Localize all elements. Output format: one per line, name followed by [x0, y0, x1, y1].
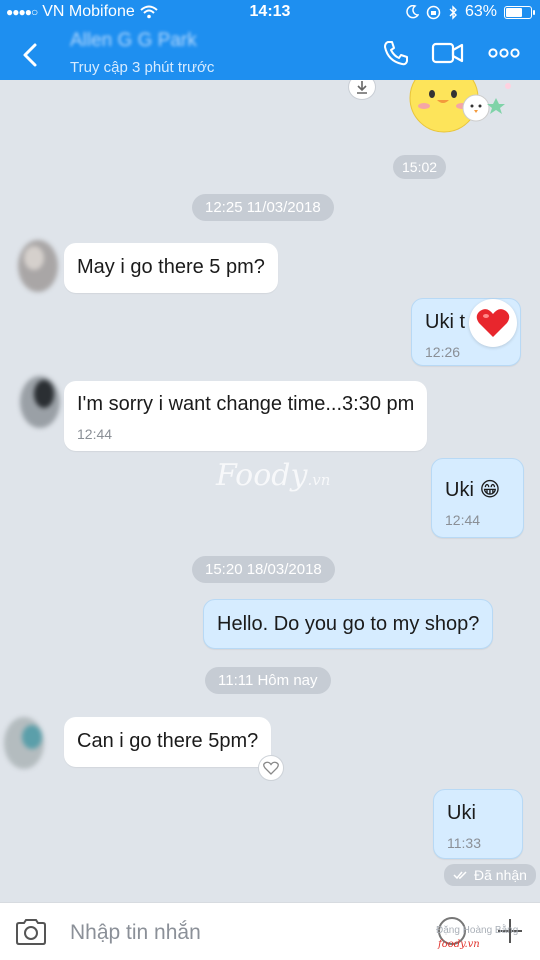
date-divider: 15:20 18/03/2018 [192, 556, 335, 583]
double-check-icon [453, 871, 467, 880]
outgoing-message[interactable]: Hello. Do you go to my shop? [203, 599, 494, 649]
phone-icon [384, 41, 408, 66]
battery-fill [506, 7, 523, 17]
message-time: 12:44 [77, 426, 113, 442]
phone-call-button[interactable] [378, 38, 414, 68]
contact-name[interactable]: Allen G G Park [70, 30, 197, 52]
foody-logo: foody.vn [438, 939, 480, 950]
heart-icon [476, 309, 510, 337]
message-content: Uki 😁 [445, 477, 510, 502]
chick-sticker[interactable] [404, 80, 516, 140]
message-text: Uki [447, 802, 476, 824]
message-text: May i go there 5 pm? [77, 256, 265, 278]
incoming-message[interactable]: Can i go there 5pm? [64, 717, 272, 767]
message-time: 11:33 [447, 835, 481, 851]
download-button[interactable] [348, 80, 376, 100]
incoming-message[interactable]: I'm sorry i want change time...3:30 pm 1… [64, 381, 428, 451]
message-text: I'm sorry i want change time...3:30 pm [77, 393, 415, 415]
delivery-status: Đã nhận [444, 864, 536, 886]
camera-icon[interactable] [14, 917, 48, 947]
message-text: Uki [445, 479, 474, 501]
heart-outline-icon [263, 761, 279, 775]
message-time: 12:44 [445, 512, 481, 528]
battery-percent: 63% [464, 3, 497, 20]
grin-emoji-icon: 😁 [479, 479, 501, 501]
battery-icon [504, 5, 535, 19]
bluetooth-icon [449, 4, 457, 20]
status-bar: ●●●●○ VN Mobifone 14:13 63% [0, 0, 540, 24]
moon-icon [406, 5, 419, 19]
outgoing-message[interactable]: Uki 11:33 [433, 789, 523, 859]
chat-messages[interactable]: 15:02 12:25 11/03/2018 May i go there 5 … [0, 80, 540, 902]
foody-watermark: Foody.vn [216, 458, 331, 493]
delivery-status-label: Đã nhận [474, 867, 527, 883]
heart-reaction[interactable] [469, 299, 517, 347]
message-text: Hello. Do you go to my shop? [217, 613, 480, 635]
incoming-message[interactable]: May i go there 5 pm? [64, 243, 278, 293]
message-input[interactable]: Nhập tin nhắn [70, 921, 201, 945]
more-icon [488, 48, 520, 58]
back-arrow-icon[interactable] [16, 40, 46, 70]
outgoing-message[interactable]: Uki 😁 12:44 [431, 458, 524, 538]
video-camera-icon [431, 42, 464, 64]
photo-credit: Đặng Hoàng Bằng [436, 925, 519, 936]
more-options-button[interactable] [486, 38, 522, 68]
avatar[interactable] [0, 713, 48, 773]
date-divider: 11:11 Hôm nay [205, 667, 331, 694]
avatar[interactable] [14, 236, 62, 296]
message-text: Can i go there 5pm? [77, 730, 259, 752]
sticker-timestamp: 15:02 [393, 155, 447, 179]
rotation-lock-icon [426, 5, 441, 19]
download-icon [357, 81, 367, 94]
date-divider: 12:25 11/03/2018 [192, 194, 334, 221]
like-button[interactable] [258, 755, 284, 781]
avatar[interactable] [14, 372, 62, 432]
message-composer: Nhập tin nhắn Đặng Hoàng Bằng foody.vn [0, 902, 540, 960]
last-seen-label: Truy cập 3 phút trước [70, 59, 215, 76]
chat-header: ●●●●○ VN Mobifone 14:13 63% Allen G G Pa… [0, 0, 540, 80]
video-call-button[interactable] [430, 38, 466, 68]
